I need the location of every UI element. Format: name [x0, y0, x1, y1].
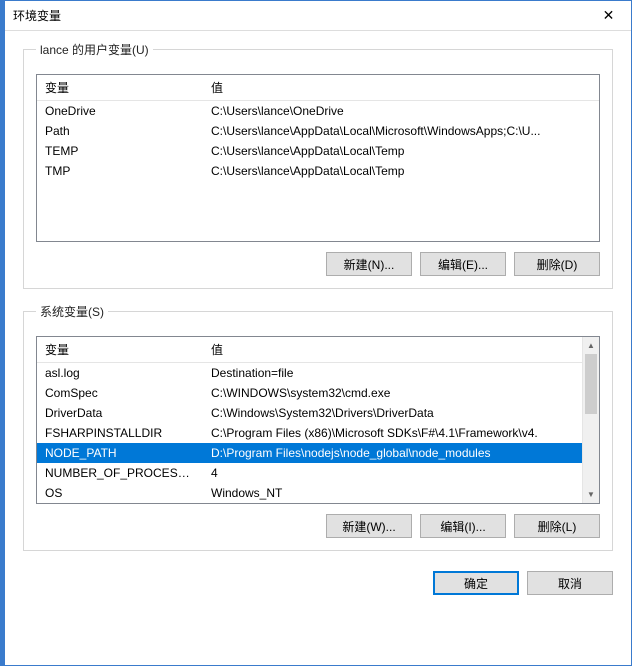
variable-value-cell: C:\Users\lance\AppData\Local\Temp [203, 141, 599, 161]
variable-name-cell: Path [37, 121, 203, 141]
scroll-down-icon[interactable]: ▼ [583, 486, 599, 503]
table-row[interactable]: TMPC:\Users\lance\AppData\Local\Temp [37, 161, 599, 181]
variable-name-cell: ComSpec [37, 383, 203, 403]
environment-variables-dialog: 环境变量 ✕ lance 的用户变量(U) 变量 值 OneDriveC:\Us… [0, 0, 632, 666]
variable-value-cell: Windows_NT [203, 483, 582, 503]
system-scrollbar[interactable]: ▲ ▼ [582, 337, 599, 503]
table-row[interactable]: FSHARPINSTALLDIRC:\Program Files (x86)\M… [37, 423, 582, 443]
user-variables-legend: lance 的用户变量(U) [36, 41, 153, 58]
system-variables-group: 系统变量(S) 变量 值 asl.logDestination=fileComS… [23, 303, 613, 551]
scroll-thumb[interactable] [585, 354, 597, 414]
table-row[interactable]: ComSpecC:\WINDOWS\system32\cmd.exe [37, 383, 582, 403]
scroll-track[interactable] [583, 354, 599, 486]
variable-name-cell: NODE_PATH [37, 443, 203, 463]
system-buttons-row: 新建(W)... 编辑(I)... 删除(L) [36, 514, 600, 538]
table-row[interactable]: NODE_PATHD:\Program Files\nodejs\node_gl… [37, 443, 582, 463]
table-row[interactable]: asl.logDestination=file [37, 363, 582, 384]
system-variables-legend: 系统变量(S) [36, 303, 108, 320]
close-icon[interactable]: ✕ [586, 1, 631, 31]
table-row[interactable]: OSWindows_NT [37, 483, 582, 503]
user-variables-table-wrap: 变量 值 OneDriveC:\Users\lance\OneDrivePath… [36, 74, 600, 242]
variable-value-cell: C:\WINDOWS\system32\cmd.exe [203, 383, 582, 403]
table-row[interactable]: OneDriveC:\Users\lance\OneDrive [37, 101, 599, 122]
titlebar: 环境变量 ✕ [5, 1, 631, 31]
system-delete-button[interactable]: 删除(L) [514, 514, 600, 538]
table-row[interactable]: DriverDataC:\Windows\System32\Drivers\Dr… [37, 403, 582, 423]
user-new-button[interactable]: 新建(N)... [326, 252, 412, 276]
user-edit-button[interactable]: 编辑(E)... [420, 252, 506, 276]
variable-value-cell: C:\Users\lance\OneDrive [203, 101, 599, 122]
user-buttons-row: 新建(N)... 编辑(E)... 删除(D) [36, 252, 600, 276]
variable-name-cell: FSHARPINSTALLDIR [37, 423, 203, 443]
variable-value-cell: C:\Windows\System32\Drivers\DriverData [203, 403, 582, 423]
variable-name-cell: DriverData [37, 403, 203, 423]
cancel-button[interactable]: 取消 [527, 571, 613, 595]
ok-button[interactable]: 确定 [433, 571, 519, 595]
variable-value-cell: C:\Users\lance\AppData\Local\Temp [203, 161, 599, 181]
dialog-content: lance 的用户变量(U) 变量 值 OneDriveC:\Users\lan… [5, 31, 631, 665]
column-header-name[interactable]: 变量 [37, 75, 203, 101]
variable-name-cell: NUMBER_OF_PROCESSORS [37, 463, 203, 483]
scroll-up-icon[interactable]: ▲ [583, 337, 599, 354]
system-edit-button[interactable]: 编辑(I)... [420, 514, 506, 538]
variable-name-cell: TEMP [37, 141, 203, 161]
user-variables-table[interactable]: 变量 值 OneDriveC:\Users\lance\OneDrivePath… [37, 75, 599, 181]
dialog-footer: 确定 取消 [23, 565, 613, 595]
table-row[interactable]: TEMPC:\Users\lance\AppData\Local\Temp [37, 141, 599, 161]
variable-name-cell: asl.log [37, 363, 203, 384]
table-row[interactable]: NUMBER_OF_PROCESSORS4 [37, 463, 582, 483]
variable-value-cell: C:\Program Files (x86)\Microsoft SDKs\F#… [203, 423, 582, 443]
system-variables-table[interactable]: 变量 值 asl.logDestination=fileComSpecC:\WI… [37, 337, 582, 503]
variable-value-cell: C:\Users\lance\AppData\Local\Microsoft\W… [203, 121, 599, 141]
system-variables-table-wrap: 变量 值 asl.logDestination=fileComSpecC:\WI… [36, 336, 600, 504]
table-row[interactable]: PathC:\Users\lance\AppData\Local\Microso… [37, 121, 599, 141]
user-variables-group: lance 的用户变量(U) 变量 值 OneDriveC:\Users\lan… [23, 41, 613, 289]
variable-value-cell: 4 [203, 463, 582, 483]
window-title: 环境变量 [13, 7, 586, 24]
column-header-value[interactable]: 值 [203, 337, 582, 363]
system-new-button[interactable]: 新建(W)... [326, 514, 412, 538]
variable-name-cell: OS [37, 483, 203, 503]
variable-value-cell: Destination=file [203, 363, 582, 384]
column-header-name[interactable]: 变量 [37, 337, 203, 363]
variable-name-cell: OneDrive [37, 101, 203, 122]
column-header-value[interactable]: 值 [203, 75, 599, 101]
variable-value-cell: D:\Program Files\nodejs\node_global\node… [203, 443, 582, 463]
user-delete-button[interactable]: 删除(D) [514, 252, 600, 276]
variable-name-cell: TMP [37, 161, 203, 181]
